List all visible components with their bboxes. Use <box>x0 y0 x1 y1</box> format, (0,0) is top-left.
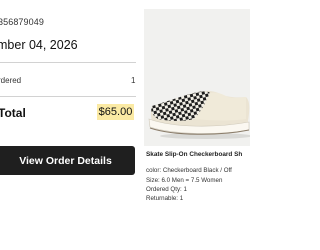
quantity-label: rdered <box>0 76 22 85</box>
ordered-quantity: Ordered Qty: 1 <box>146 186 187 193</box>
product-size: Size: 6.0 Men = 7.5 Women <box>146 177 223 184</box>
product-image[interactable] <box>144 9 252 146</box>
product-name[interactable]: Skate Slip-On Checkerboard Sh <box>146 151 266 158</box>
returnable-quantity: Returnable: 1 <box>146 195 184 202</box>
product-card: Skate Slip-On Checkerboard Sh color: Che… <box>144 0 252 250</box>
divider <box>0 62 136 63</box>
order-number: 356879049 <box>0 17 44 27</box>
order-summary-panel: 356879049 mber 04, 2026 rdered 1 Total $… <box>0 0 142 250</box>
product-color: color: Checkerboard Black / Off <box>146 167 232 174</box>
total-label: Total <box>0 106 26 120</box>
quantity-value: 1 <box>131 76 136 85</box>
sneaker-icon <box>148 91 252 139</box>
view-order-details-button[interactable]: View Order Details <box>0 146 135 175</box>
order-date: mber 04, 2026 <box>0 38 78 52</box>
divider <box>0 96 136 97</box>
total-value: $65.00 <box>97 104 134 120</box>
